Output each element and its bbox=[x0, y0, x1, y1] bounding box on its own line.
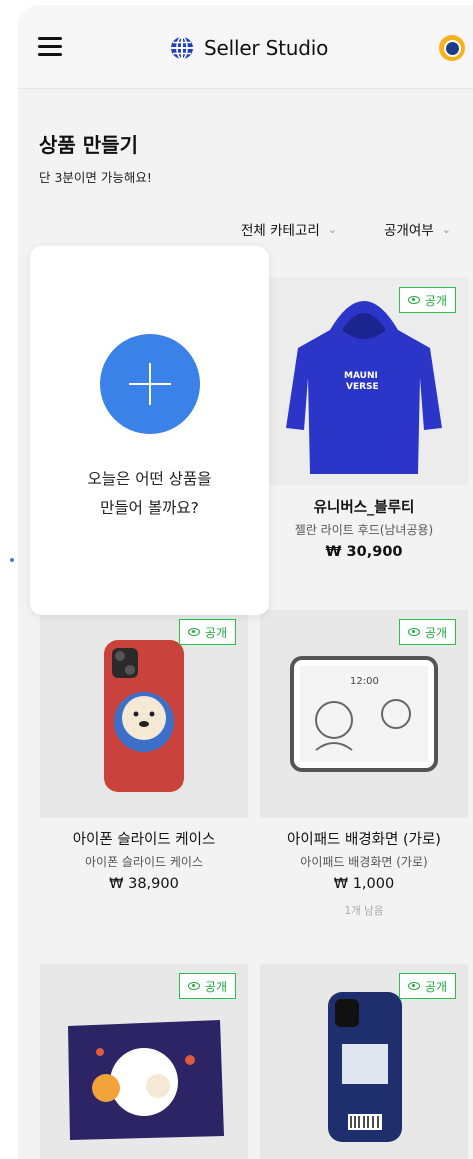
public-badge: 공개 bbox=[178, 973, 236, 999]
product-subtitle: 아이패드 배경화면 (가로) bbox=[300, 855, 428, 869]
app-screen: Seller Studio 상품 만들기 단 3분이면 가능해요! 전체 카테고… bbox=[18, 5, 473, 1159]
svg-text:MAUNI: MAUNI bbox=[344, 371, 378, 381]
eye-icon bbox=[407, 296, 420, 304]
plus-icon bbox=[100, 334, 200, 434]
product-info: 아이패드 배경화면 (가로) 아이패드 배경화면 (가로) ₩ 1,000 1개… bbox=[260, 830, 468, 918]
product-name: 유니버스_블루티 bbox=[313, 500, 415, 516]
product-price: ₩ 1,000 bbox=[333, 876, 395, 892]
page-title: 상품 만들기 bbox=[39, 133, 138, 157]
public-badge: 공개 bbox=[398, 619, 456, 645]
eye-icon bbox=[407, 628, 420, 636]
category-filter-label: 전체 카테고리 bbox=[241, 223, 320, 239]
brand-logo[interactable]: Seller Studio bbox=[170, 33, 328, 63]
eye-icon bbox=[407, 982, 420, 990]
visibility-filter-label: 공개여부 bbox=[384, 223, 434, 239]
product-subtitle: 아이폰 슬라이드 케이스 bbox=[84, 855, 204, 869]
brand-name: Seller Studio bbox=[204, 36, 329, 60]
globe-icon bbox=[171, 36, 193, 60]
avatar[interactable] bbox=[439, 35, 465, 61]
create-product-button[interactable]: 오늘은 어떤 상품을 만들어 볼까요? bbox=[30, 246, 269, 615]
product-info: 아이폰 슬라이드 케이스 아이폰 슬라이드 케이스 ₩ 38,900 bbox=[40, 830, 248, 895]
product-thumbnail: 12:00 공개 bbox=[260, 610, 468, 818]
chevron-down-icon: ⌄ bbox=[327, 222, 338, 236]
product-info: 유니버스_블루티 젤란 라이트 후드(남녀공용) ₩ 30,900 bbox=[260, 498, 468, 563]
public-badge: 공개 bbox=[398, 287, 456, 313]
scroll-indicator bbox=[10, 558, 14, 562]
category-filter[interactable]: 전체 카테고리 ⌄ bbox=[241, 219, 338, 240]
svg-text:VERSE: VERSE bbox=[346, 382, 379, 392]
visibility-filter[interactable]: 공개여부 ⌄ bbox=[384, 219, 451, 240]
eye-icon bbox=[187, 628, 200, 636]
create-product-prompt: 오늘은 어떤 상품을 만들어 볼까요? bbox=[87, 470, 212, 517]
product-name: 아이폰 슬라이드 케이스 bbox=[72, 832, 216, 848]
product-name: 아이패드 배경화면 (가로) bbox=[287, 832, 441, 848]
page-subtitle: 단 3분이면 가능해요! bbox=[39, 170, 152, 185]
product-thumbnail: 공개 bbox=[260, 964, 468, 1159]
public-badge: 공개 bbox=[398, 973, 456, 999]
product-thumbnail: 공개 bbox=[40, 610, 248, 818]
eye-icon bbox=[187, 982, 200, 990]
product-price: ₩ 38,900 bbox=[109, 876, 179, 892]
stock-count: 1개 남음 bbox=[344, 905, 384, 917]
app-header: Seller Studio bbox=[18, 5, 473, 89]
svg-text:12:00: 12:00 bbox=[350, 676, 379, 687]
product-thumbnail: MAUNI VERSE 공개 bbox=[260, 278, 468, 486]
hamburger-icon[interactable] bbox=[38, 37, 64, 57]
product-price: ₩ 30,900 bbox=[325, 544, 403, 560]
public-badge: 공개 bbox=[178, 619, 236, 645]
product-subtitle: 젤란 라이트 후드(남녀공용) bbox=[294, 523, 434, 537]
product-thumbnail: 공개 bbox=[40, 964, 248, 1159]
chevron-down-icon: ⌄ bbox=[441, 222, 451, 236]
